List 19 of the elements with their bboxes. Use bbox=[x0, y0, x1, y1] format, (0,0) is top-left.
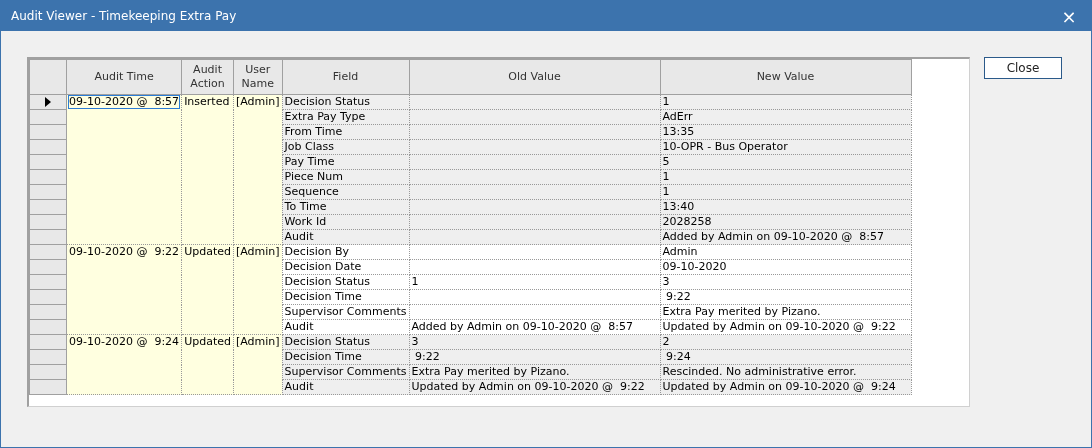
close-button[interactable]: × bbox=[1047, 1, 1091, 31]
audit-action-cell-text: Inserted bbox=[183, 95, 231, 109]
column-header[interactable]: Field bbox=[282, 59, 409, 95]
window-title: Audit Viewer - Timekeeping Extra Pay bbox=[11, 9, 237, 23]
user-name-cell: [Admin] bbox=[234, 245, 281, 259]
audit-time-cell: 09-10-2020 @ 9:22 bbox=[68, 245, 181, 259]
column-header[interactable]: User Name bbox=[233, 59, 283, 95]
user-name-cell: [Admin] bbox=[234, 95, 281, 109]
user-name-cell: [Admin] bbox=[234, 335, 281, 349]
audit-action-cell: Updated bbox=[183, 335, 232, 349]
audit-action-cell: Updated bbox=[183, 245, 232, 259]
column-header[interactable]: Audit Action bbox=[181, 59, 234, 95]
current-row-icon bbox=[45, 97, 51, 107]
column-header[interactable]: Old Value bbox=[409, 59, 660, 95]
column-header[interactable]: New Value bbox=[660, 59, 911, 95]
close-button[interactable]: Close bbox=[984, 57, 1062, 79]
audit-time-cell: 09-10-2020 @ 9:24 bbox=[68, 335, 181, 349]
audit-time-cell: 09-10-2020 @ 8:57 bbox=[68, 95, 181, 109]
column-header[interactable]: Audit Time bbox=[66, 59, 182, 95]
